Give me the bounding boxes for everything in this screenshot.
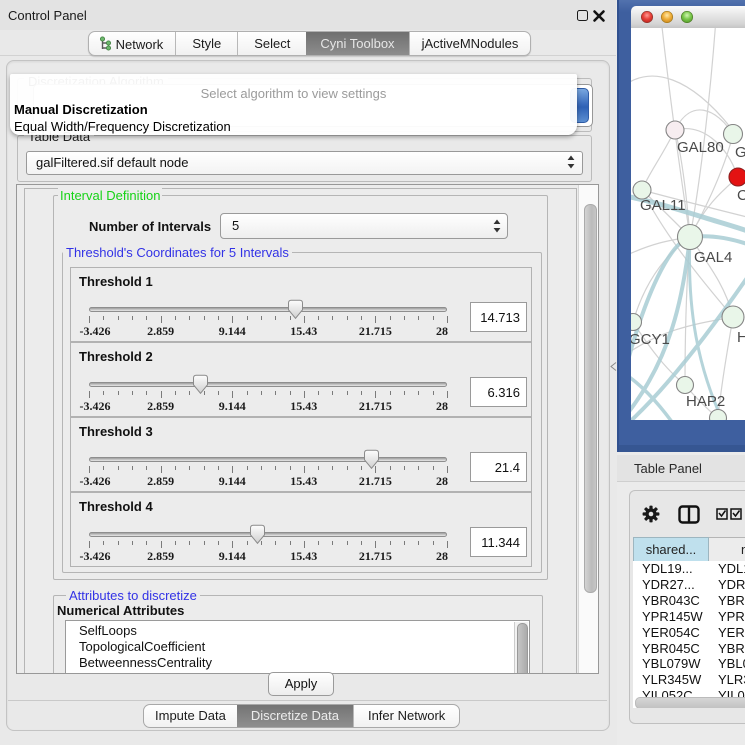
svg-text:C: C [737, 187, 745, 204]
svg-text:H: H [737, 329, 745, 346]
svg-text:GCY1: GCY1 [631, 331, 670, 348]
svg-text:GAL80: GAL80 [677, 139, 724, 156]
svg-text:GA: GA [735, 144, 745, 161]
svg-text:GAL11: GAL11 [640, 197, 686, 214]
svg-text:GAL4: GAL4 [694, 249, 732, 266]
svg-text:HAP2: HAP2 [686, 393, 725, 410]
